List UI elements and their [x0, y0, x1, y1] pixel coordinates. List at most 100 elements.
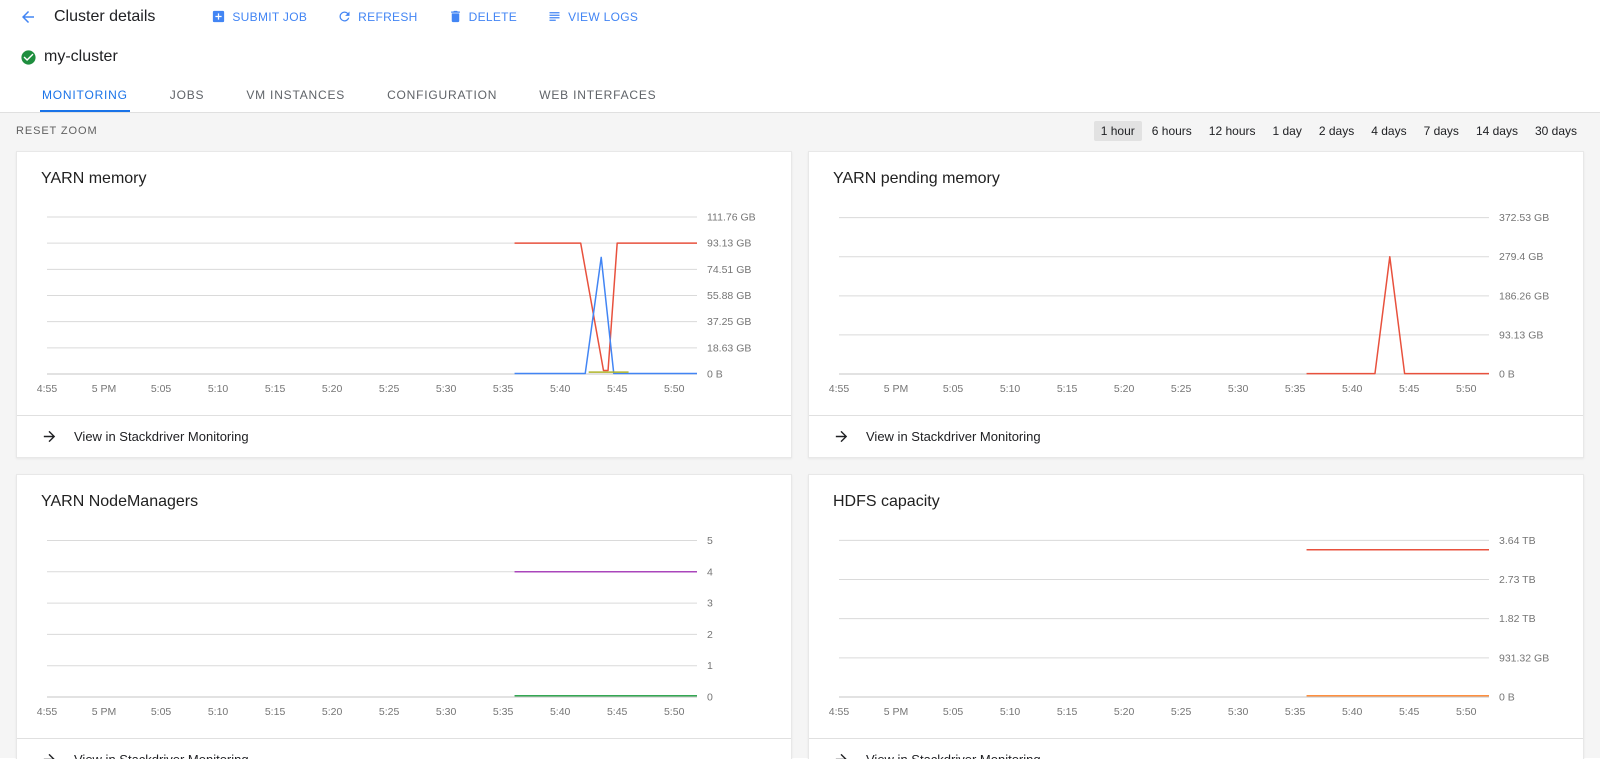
cluster-header: my-cluster [0, 33, 1600, 78]
reset-zoom-button[interactable]: RESET ZOOM [16, 125, 98, 137]
chart-title-yarn-pending-memory: YARN pending memory [809, 152, 1583, 194]
svg-text:5:15: 5:15 [1057, 706, 1078, 718]
svg-text:5:05: 5:05 [943, 383, 964, 395]
yarn-memory-chart: 111.76 GB93.13 GB74.51 GB55.88 GB37.25 G… [17, 194, 791, 409]
svg-text:5:25: 5:25 [1171, 706, 1192, 718]
arrow-forward-icon [833, 428, 850, 445]
svg-text:5:45: 5:45 [607, 706, 628, 718]
submit-job-button[interactable]: SUBMIT JOB [207, 5, 311, 28]
range-2-days[interactable]: 2 days [1312, 121, 1361, 141]
svg-text:5 PM: 5 PM [92, 383, 117, 395]
card-hdfs-capacity: HDFS capacity 3.64 TB 2.73 TB 1.82 TB 931.3… [808, 474, 1584, 759]
svg-text:5:50: 5:50 [1456, 706, 1477, 718]
range-1-hour[interactable]: 1 hour [1094, 121, 1142, 141]
card-yarn-nodemanagers: YARN NodeManagers 5432104:555 PM5:055:10… [16, 474, 792, 759]
tab-bar: MONITORING JOBS VM INSTANCES CONFIGURATI… [0, 78, 1600, 113]
svg-text:0 B: 0 B [1499, 369, 1515, 381]
tab-vm-instances[interactable]: VM INSTANCES [244, 78, 347, 112]
tab-configuration[interactable]: CONFIGURATION [385, 78, 499, 112]
svg-text:5:25: 5:25 [1171, 383, 1192, 395]
svg-text:5: 5 [707, 535, 713, 547]
stackdriver-link-label: View in Stackdriver Monitoring [74, 429, 249, 444]
svg-text:279.4 GB: 279.4 GB [1499, 251, 1543, 263]
svg-text:5:10: 5:10 [1000, 706, 1021, 718]
svg-text:4:55: 4:55 [829, 706, 850, 718]
stackdriver-link[interactable]: View in Stackdriver Monitoring [809, 415, 1583, 457]
chart-title-yarn-nodemanagers: YARN NodeManagers [17, 475, 791, 517]
zoom-bar: RESET ZOOM 1 hour 6 hours 12 hours 1 day… [0, 113, 1600, 149]
svg-text:5:40: 5:40 [550, 383, 571, 395]
check-circle-icon [20, 49, 37, 66]
stackdriver-link[interactable]: View in Stackdriver Monitoring [17, 738, 791, 759]
time-range-selector: 1 hour 6 hours 12 hours 1 day 2 days 4 d… [1094, 121, 1584, 141]
tab-jobs[interactable]: JOBS [168, 78, 207, 112]
arrow-forward-icon [41, 751, 58, 759]
svg-text:93.13 GB: 93.13 GB [707, 238, 751, 250]
svg-text:4:55: 4:55 [37, 383, 58, 395]
range-14-days[interactable]: 14 days [1469, 121, 1525, 141]
svg-text:55.88 GB: 55.88 GB [707, 290, 751, 302]
stackdriver-link[interactable]: View in Stackdriver Monitoring [17, 415, 791, 457]
page-title: Cluster details [54, 8, 155, 26]
view-logs-button[interactable]: VIEW LOGS [543, 5, 642, 28]
chart-title-hdfs-capacity: HDFS capacity [809, 475, 1583, 517]
range-7-days[interactable]: 7 days [1417, 121, 1466, 141]
svg-text:0: 0 [707, 692, 713, 704]
svg-text:5:20: 5:20 [1114, 706, 1135, 718]
tab-monitoring[interactable]: MONITORING [40, 78, 130, 112]
range-30-days[interactable]: 30 days [1528, 121, 1584, 141]
tab-web-interfaces[interactable]: WEB INTERFACES [537, 78, 658, 112]
svg-text:5:40: 5:40 [1342, 706, 1363, 718]
card-yarn-pending-memory: YARN pending memory 372.53 GB 279.4 GB 186… [808, 151, 1584, 458]
range-12-hours[interactable]: 12 hours [1202, 121, 1263, 141]
svg-text:5:05: 5:05 [151, 383, 172, 395]
svg-text:0 B: 0 B [1499, 692, 1515, 704]
svg-text:3: 3 [707, 598, 713, 610]
svg-text:5:45: 5:45 [607, 383, 628, 395]
svg-text:1: 1 [707, 660, 713, 672]
svg-text:931.32 GB: 931.32 GB [1499, 652, 1549, 664]
svg-text:5:30: 5:30 [1228, 383, 1249, 395]
svg-text:1.82 TB: 1.82 TB [1499, 613, 1536, 625]
svg-text:372.53 GB: 372.53 GB [1499, 212, 1549, 224]
yarn-nodemanagers-chart: 5432104:555 PM5:055:105:155:205:255:305:… [17, 517, 791, 732]
stackdriver-link[interactable]: View in Stackdriver Monitoring [809, 738, 1583, 759]
chart-title-yarn-memory: YARN memory [17, 152, 791, 194]
svg-text:5:25: 5:25 [379, 706, 400, 718]
svg-text:5:45: 5:45 [1399, 383, 1420, 395]
refresh-button[interactable]: REFRESH [333, 5, 421, 28]
range-1-day[interactable]: 1 day [1266, 121, 1309, 141]
delete-button[interactable]: DELETE [444, 5, 521, 28]
svg-text:3.64 TB: 3.64 TB [1499, 535, 1536, 547]
range-6-hours[interactable]: 6 hours [1145, 121, 1199, 141]
submit-job-icon [211, 9, 226, 24]
svg-text:2: 2 [707, 629, 713, 641]
svg-text:186.26 GB: 186.26 GB [1499, 290, 1549, 302]
refresh-icon [337, 9, 352, 24]
svg-text:5:25: 5:25 [379, 383, 400, 395]
stackdriver-link-label: View in Stackdriver Monitoring [74, 752, 249, 759]
refresh-label: REFRESH [358, 10, 417, 24]
delete-label: DELETE [469, 10, 517, 24]
svg-text:5:10: 5:10 [208, 706, 229, 718]
back-button[interactable] [16, 5, 40, 29]
view-logs-icon [547, 9, 562, 24]
svg-text:5:50: 5:50 [664, 383, 685, 395]
svg-text:74.51 GB: 74.51 GB [707, 264, 751, 276]
svg-text:5:40: 5:40 [1342, 383, 1363, 395]
svg-text:5 PM: 5 PM [884, 706, 909, 718]
svg-text:5:05: 5:05 [943, 706, 964, 718]
svg-text:2.73 TB: 2.73 TB [1499, 574, 1536, 586]
svg-text:5:20: 5:20 [1114, 383, 1135, 395]
svg-text:5:30: 5:30 [436, 383, 457, 395]
chart-grid: YARN memory 111.76 GB93.13 GB74.51 GB55.… [0, 149, 1600, 759]
svg-text:5:20: 5:20 [322, 706, 343, 718]
svg-text:0 B: 0 B [707, 369, 723, 381]
svg-text:93.13 GB: 93.13 GB [1499, 329, 1543, 341]
arrow-left-icon [19, 8, 37, 26]
svg-text:5:45: 5:45 [1399, 706, 1420, 718]
card-yarn-memory: YARN memory 111.76 GB93.13 GB74.51 GB55.… [16, 151, 792, 458]
submit-job-label: SUBMIT JOB [232, 10, 307, 24]
range-4-days[interactable]: 4 days [1364, 121, 1413, 141]
toolbar: Cluster details SUBMIT JOB REFRESH DELET… [0, 0, 1600, 33]
